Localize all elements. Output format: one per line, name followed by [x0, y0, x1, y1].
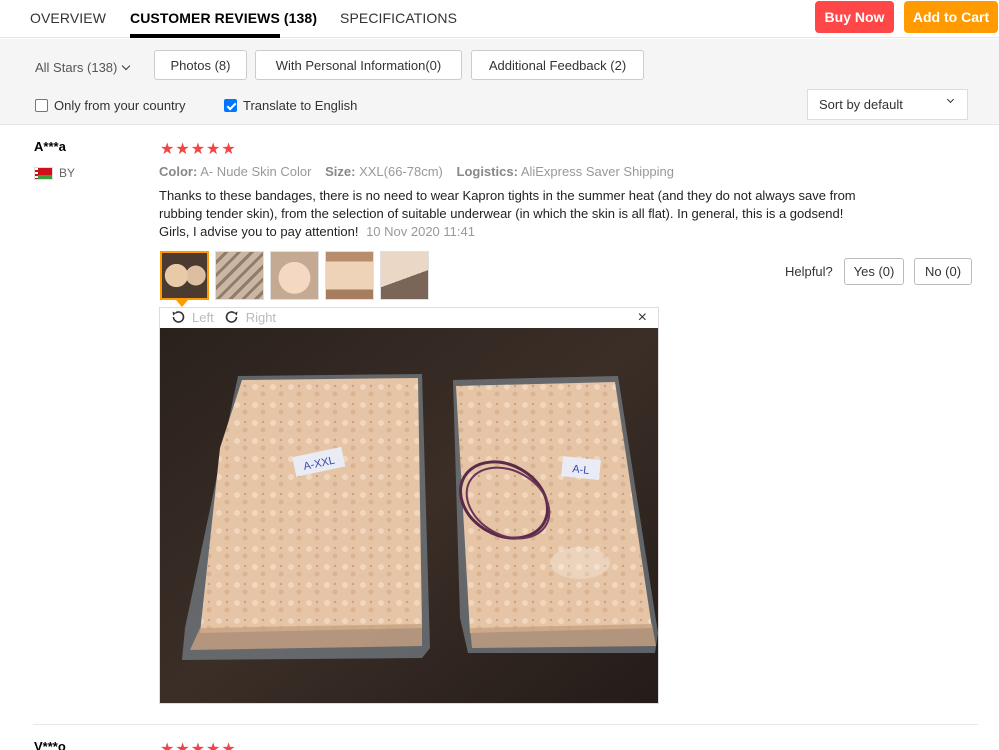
chevron-down-icon: [122, 61, 131, 70]
logistics-label: Logistics:: [456, 164, 518, 179]
buy-now-button[interactable]: Buy Now: [815, 1, 894, 33]
star-filter-dropdown[interactable]: All Stars (138): [35, 60, 131, 75]
helpful-yes-button[interactable]: Yes (0): [844, 258, 904, 285]
sort-label: Sort by default: [819, 97, 903, 112]
belarus-flag-icon: [34, 166, 53, 180]
review-body: Thanks to these bandages, there is no ne…: [159, 188, 856, 239]
photo-thumbnail[interactable]: [270, 251, 319, 300]
checkbox-unchecked-icon[interactable]: [35, 99, 48, 112]
checkbox-checked-icon[interactable]: [224, 99, 237, 112]
color-value: A- Nude Skin Color: [200, 164, 312, 179]
rotate-left-label: Left: [192, 309, 214, 325]
photo-thumbnail[interactable]: [325, 251, 374, 300]
photo-label-a-l: A-L: [572, 463, 590, 477]
reviewer-name: A***a: [34, 139, 66, 154]
photo-viewer: Left Right × A-XXL A-L: [159, 307, 659, 704]
close-icon[interactable]: ×: [638, 310, 647, 326]
star-rating: ★★★★★: [160, 141, 237, 158]
rotate-left-button[interactable]: Left: [170, 309, 214, 325]
additional-feedback-filter-button[interactable]: Additional Feedback (2): [471, 50, 644, 80]
star-rating: ★★★★★: [160, 741, 237, 750]
review-photo-thumbnails: [160, 251, 429, 300]
personal-info-filter-button[interactable]: With Personal Information(0): [255, 50, 462, 80]
size-label: Size:: [325, 164, 356, 179]
rotate-right-label: Right: [245, 309, 277, 325]
selected-thumbnail-pointer: [176, 300, 188, 307]
tab-specifications[interactable]: SPECIFICATIONS: [340, 10, 457, 26]
photo-thumbnail[interactable]: [380, 251, 429, 300]
review-photo-image: A-XXL A-L: [160, 328, 658, 703]
helpful-label: Helpful?: [785, 264, 833, 279]
reviewer-country: BY: [34, 166, 75, 180]
helpful-no-button[interactable]: No (0): [914, 258, 972, 285]
logistics-value: AliExpress Saver Shipping: [520, 164, 675, 179]
active-tab-indicator: [130, 34, 280, 38]
photos-filter-button[interactable]: Photos (8): [154, 50, 247, 80]
rotate-right-icon: [225, 311, 238, 323]
tab-customer-reviews[interactable]: CUSTOMER REVIEWS (138): [130, 10, 317, 26]
tab-overview[interactable]: OVERVIEW: [30, 10, 106, 26]
photo-thumbnail[interactable]: [215, 251, 264, 300]
only-country-checkbox[interactable]: Only from your country: [35, 98, 186, 113]
color-label: Color:: [159, 164, 198, 179]
translate-checkbox[interactable]: Translate to English: [224, 98, 357, 113]
rotate-right-button[interactable]: Right: [224, 309, 276, 325]
country-code: BY: [59, 166, 76, 180]
review-sku-info: Color: A- Nude Skin Color Size: XXL(66-7…: [159, 164, 674, 179]
star-filter-label: All Stars (138): [35, 60, 118, 75]
size-value: XXL(66-78cm): [359, 164, 443, 179]
chevron-down-icon: [946, 95, 955, 104]
rotate-left-icon: [172, 311, 185, 323]
review-photo-large: A-XXL A-L: [160, 328, 658, 703]
review-tab-bar: OVERVIEW CUSTOMER REVIEWS (138) SPECIFIC…: [0, 0, 999, 38]
review-date: 10 Nov 2020 11:41: [366, 224, 475, 239]
sort-dropdown[interactable]: Sort by default: [807, 89, 968, 120]
review-filters: All Stars (138) Photos (8) With Personal…: [0, 39, 999, 125]
photo-thumbnail[interactable]: [160, 251, 209, 300]
only-country-label: Only from your country: [54, 98, 186, 113]
reviewer-name: V***o: [34, 739, 66, 750]
translate-label: Translate to English: [243, 98, 358, 113]
photo-viewer-toolbar: Left Right: [170, 309, 276, 325]
add-to-cart-button[interactable]: Add to Cart: [904, 1, 998, 33]
review-divider: [33, 724, 978, 725]
review-text: Thanks to these bandages, there is no ne…: [159, 187, 864, 241]
